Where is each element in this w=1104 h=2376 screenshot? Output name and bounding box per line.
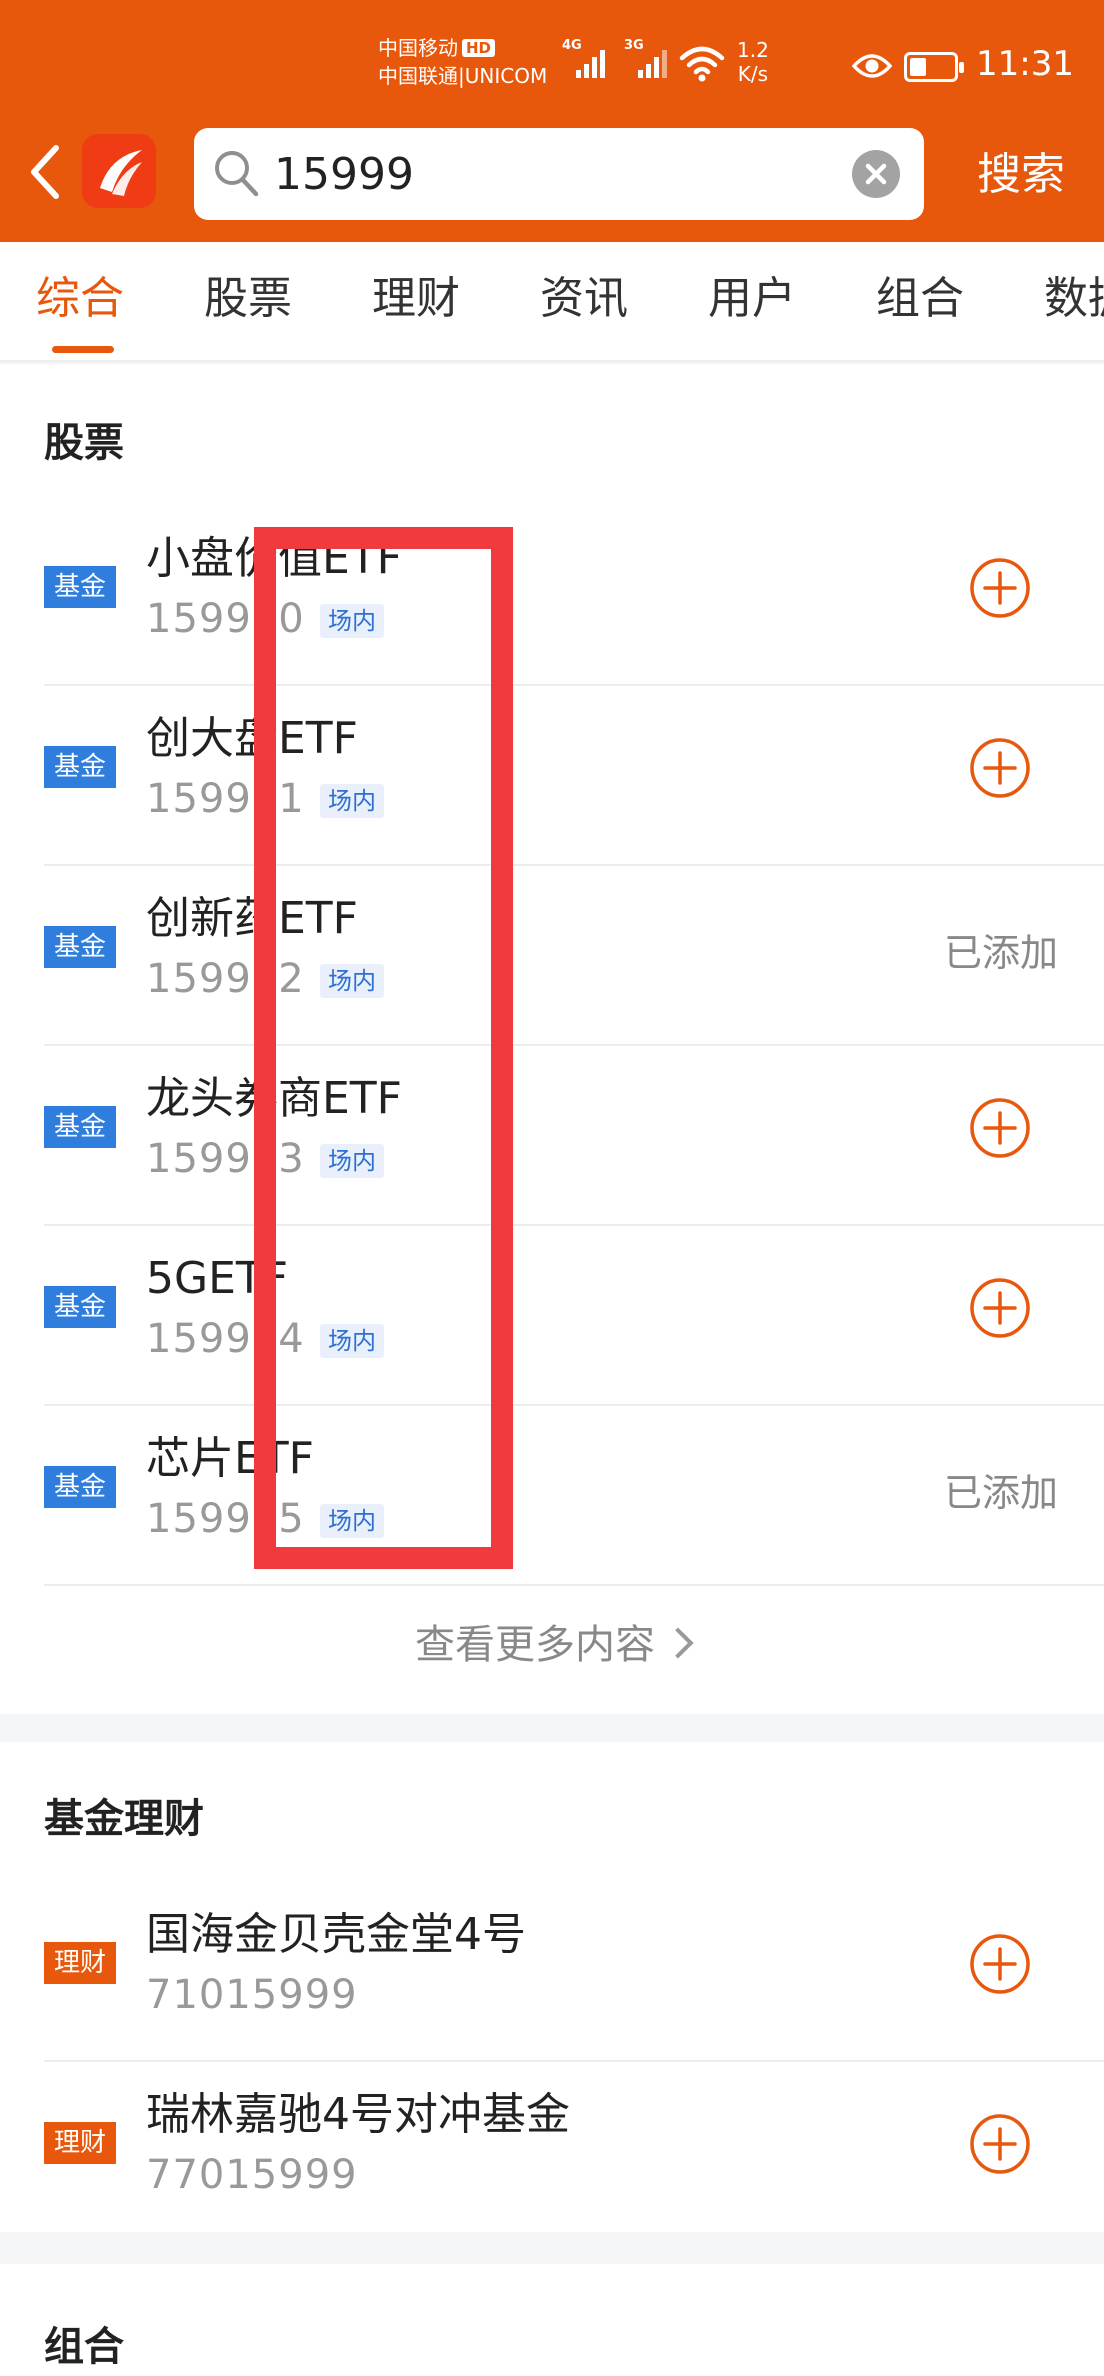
list-item[interactable]: 基金 龙头券商ETF 159993 场内 bbox=[44, 1046, 1104, 1226]
item-name: 龙头券商ETF bbox=[146, 1073, 402, 1124]
list-item[interactable]: 基金 芯片ETF 159995 场内 已添加 bbox=[44, 1406, 1104, 1586]
status-bar: 中国移动 HD 中国联通|UNICOM 4G 3G 1.2 K/s 11:31 bbox=[0, 0, 1104, 130]
add-watchlist-icon[interactable] bbox=[968, 1276, 1032, 1340]
list-item[interactable]: 基金 小盘价值ETF 159990 场内 bbox=[44, 506, 1104, 686]
hd-badge: HD bbox=[462, 39, 496, 57]
portfolio-section: 组合 bbox=[0, 2264, 1104, 2376]
fund-badge: 基金 bbox=[44, 1106, 116, 1148]
fund-badge: 基金 bbox=[44, 566, 116, 608]
added-label: 已添加 bbox=[944, 1471, 1059, 1515]
search-box[interactable] bbox=[194, 128, 924, 220]
add-watchlist-icon[interactable] bbox=[968, 2112, 1032, 2176]
section-title-fund-wealth: 基金理财 bbox=[44, 1796, 204, 1842]
app-logo bbox=[82, 134, 156, 208]
item-name: 国海金贝壳金堂4号 bbox=[146, 1909, 526, 1960]
network-speed: 1.2 K/s bbox=[737, 38, 769, 86]
add-watchlist-icon[interactable] bbox=[968, 1932, 1032, 1996]
add-watchlist-icon[interactable] bbox=[968, 736, 1032, 800]
tab-users[interactable]: 用户 bbox=[708, 272, 796, 326]
item-name: 创大盘ETF bbox=[146, 713, 358, 764]
item-code: 159990 bbox=[146, 596, 305, 642]
logo-mark-icon bbox=[100, 150, 142, 196]
app-header: 中国移动HD 中国联通|UNICOM 4G 3G 1.2 K/s 11:31 bbox=[0, 0, 1104, 242]
wealth-badge: 理财 bbox=[44, 2122, 116, 2164]
item-code: 159995 bbox=[146, 1496, 305, 1542]
tab-comprehensive[interactable]: 综合 bbox=[36, 272, 124, 326]
item-code: 159994 bbox=[146, 1316, 305, 1362]
fund-wealth-section: 基金理财 理财 国海金贝壳金堂4号 71015999 理财 瑞林嘉驰4号对冲基金… bbox=[0, 1742, 1104, 2232]
clear-search-icon[interactable] bbox=[852, 150, 900, 198]
add-watchlist-icon[interactable] bbox=[968, 1096, 1032, 1160]
item-code: 71015999 bbox=[146, 1972, 358, 2018]
item-code: 159991 bbox=[146, 776, 305, 822]
item-code: 159992 bbox=[146, 956, 305, 1002]
carrier-info: 中国移动 HD 中国联通|UNICOM bbox=[378, 34, 547, 90]
search-input[interactable] bbox=[274, 142, 834, 206]
eye-comfort-icon bbox=[852, 54, 892, 78]
fund-badge: 基金 bbox=[44, 746, 116, 788]
carrier-2: 中国联通|UNICOM bbox=[378, 64, 548, 88]
section-title-portfolio: 组合 bbox=[44, 2324, 124, 2370]
battery-icon bbox=[904, 52, 964, 82]
search-icon bbox=[215, 151, 259, 197]
item-name: 瑞林嘉驰4号对冲基金 bbox=[146, 2089, 570, 2140]
view-more-label: 查看更多内容 bbox=[415, 1622, 655, 1668]
section-title-stocks: 股票 bbox=[44, 420, 124, 466]
tab-news[interactable]: 资讯 bbox=[540, 272, 628, 326]
fund-badge: 基金 bbox=[44, 926, 116, 968]
market-tag: 场内 bbox=[320, 964, 384, 998]
list-item[interactable]: 基金 5GETF 159994 场内 bbox=[44, 1226, 1104, 1406]
clock: 11:31 bbox=[976, 44, 1074, 84]
list-item[interactable]: 理财 瑞林嘉驰4号对冲基金 77015999 bbox=[44, 2062, 1104, 2242]
item-name: 5GETF bbox=[146, 1253, 289, 1304]
tab-stocks[interactable]: 股票 bbox=[204, 272, 292, 326]
tab-data[interactable]: 数据 bbox=[1044, 272, 1104, 326]
wealth-badge: 理财 bbox=[44, 1942, 116, 1984]
market-tag: 场内 bbox=[320, 604, 384, 638]
carrier-1: 中国移动 bbox=[378, 36, 458, 60]
market-tag: 场内 bbox=[320, 1144, 384, 1178]
item-name: 芯片ETF bbox=[146, 1433, 314, 1484]
view-more-link[interactable]: 查看更多内容 bbox=[0, 1620, 1104, 1670]
item-name: 创新药ETF bbox=[146, 893, 358, 944]
fund-badge: 基金 bbox=[44, 1466, 116, 1508]
item-code: 159993 bbox=[146, 1136, 305, 1182]
category-tabs: 综合 股票 理财 资讯 用户 组合 数据 bbox=[0, 242, 1104, 362]
add-watchlist-icon[interactable] bbox=[968, 556, 1032, 620]
added-label: 已添加 bbox=[944, 931, 1059, 975]
list-item[interactable]: 基金 创大盘ETF 159991 场内 bbox=[44, 686, 1104, 866]
tab-wealth[interactable]: 理财 bbox=[372, 272, 460, 326]
active-tab-indicator bbox=[52, 346, 114, 353]
stocks-section: 股票 基金 小盘价值ETF 159990 场内 基金 创大盘ETF 159991… bbox=[0, 364, 1104, 1714]
list-item[interactable]: 基金 创新药ETF 159992 场内 已添加 bbox=[44, 866, 1104, 1046]
market-tag: 场内 bbox=[320, 1324, 384, 1358]
chevron-right-icon bbox=[662, 1627, 694, 1659]
item-name: 小盘价值ETF bbox=[146, 533, 402, 584]
item-code: 77015999 bbox=[146, 2152, 358, 2198]
fund-badge: 基金 bbox=[44, 1286, 116, 1328]
list-item[interactable]: 理财 国海金贝壳金堂4号 71015999 bbox=[44, 1882, 1104, 2062]
tab-portfolios[interactable]: 组合 bbox=[876, 272, 964, 326]
back-arrow-icon[interactable] bbox=[22, 142, 72, 202]
market-tag: 场内 bbox=[320, 784, 384, 818]
search-button[interactable]: 搜索 bbox=[946, 140, 1096, 210]
market-tag: 场内 bbox=[320, 1504, 384, 1538]
wifi-icon bbox=[679, 46, 725, 82]
